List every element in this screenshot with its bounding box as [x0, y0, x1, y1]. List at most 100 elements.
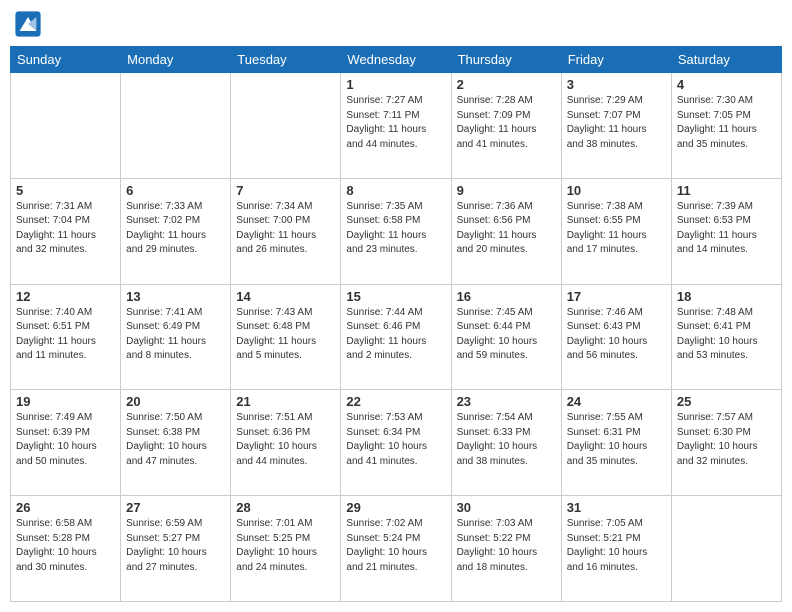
day-info: Sunrise: 7:35 AM Sunset: 6:58 PM Dayligh…: [346, 200, 445, 258]
calendar-cell: 13 Sunrise: 7:41 AM Sunset: 6:49 PM Dayli…: [121, 284, 231, 390]
calendar-cell: 15Sunrise: 7:44 AM Sunset: 6:46 PM Dayli…: [341, 284, 451, 390]
calendar-cell: 24 Sunrise: 7:55 AM Sunset: 6:31 PM Dayli…: [561, 390, 671, 496]
day-info: Sunrise: 7:43 AM Sunset: 6:48 PM Dayligh…: [236, 306, 335, 364]
day-number: 14: [236, 289, 335, 304]
calendar-cell: 2 Sunrise: 7:28 AM Sunset: 7:09 PM Daylig…: [451, 73, 561, 179]
page: SundayMondayTuesdayWednesdayThursdayFrid…: [0, 0, 792, 612]
calendar-table: SundayMondayTuesdayWednesdayThursdayFrid…: [10, 46, 782, 602]
logo-icon: [14, 10, 42, 38]
day-info: Sunrise: 7:33 AM Sunset: 7:02 PM Dayligh…: [126, 200, 225, 258]
day-info: Sunrise: 7:28 AM Sunset: 7:09 PM Dayligh…: [457, 94, 556, 152]
day-info: Sunrise: 7:49 AM Sunset: 6:39 PM Dayligh…: [16, 411, 115, 469]
calendar-cell: 9Sunrise: 7:36 AM Sunset: 6:56 PM Daylig…: [451, 178, 561, 284]
calendar-cell: 8 Sunrise: 7:35 AM Sunset: 6:58 PM Daylig…: [341, 178, 451, 284]
day-info: Sunrise: 6:59 AM Sunset: 5:27 PM Dayligh…: [126, 517, 225, 575]
day-number: 8: [346, 183, 445, 198]
day-number: 29: [346, 500, 445, 515]
day-info: Sunrise: 7:55 AM Sunset: 6:31 PM Dayligh…: [567, 411, 666, 469]
day-number: 27: [126, 500, 225, 515]
weekday-header-saturday: Saturday: [671, 47, 781, 73]
weekday-header-row: SundayMondayTuesdayWednesdayThursdayFrid…: [11, 47, 782, 73]
calendar-cell: 16 Sunrise: 7:45 AM Sunset: 6:44 PM Dayli…: [451, 284, 561, 390]
day-info: Sunrise: 7:30 AM Sunset: 7:05 PM Dayligh…: [677, 94, 776, 152]
day-number: 4: [677, 77, 776, 92]
day-number: 24: [567, 394, 666, 409]
calendar-cell: 6 Sunrise: 7:33 AM Sunset: 7:02 PM Daylig…: [121, 178, 231, 284]
weekday-header-monday: Monday: [121, 47, 231, 73]
day-info: Sunrise: 7:48 AM Sunset: 6:41 PM Dayligh…: [677, 306, 776, 364]
weekday-header-tuesday: Tuesday: [231, 47, 341, 73]
day-info: Sunrise: 7:40 AM Sunset: 6:51 PM Dayligh…: [16, 306, 115, 364]
day-info: Sunrise: 7:51 AM Sunset: 6:36 PM Dayligh…: [236, 411, 335, 469]
weekday-header-thursday: Thursday: [451, 47, 561, 73]
day-number: 28: [236, 500, 335, 515]
day-number: 10: [567, 183, 666, 198]
calendar-cell: 1 Sunrise: 7:27 AM Sunset: 7:11 PM Daylig…: [341, 73, 451, 179]
day-number: 19: [16, 394, 115, 409]
calendar-cell: 22 Sunrise: 7:53 AM Sunset: 6:34 PM Dayli…: [341, 390, 451, 496]
day-info: Sunrise: 7:02 AM Sunset: 5:24 PM Dayligh…: [346, 517, 445, 575]
day-info: Sunrise: 7:45 AM Sunset: 6:44 PM Dayligh…: [457, 306, 556, 364]
calendar-cell: 23Sunrise: 7:54 AM Sunset: 6:33 PM Dayli…: [451, 390, 561, 496]
day-info: Sunrise: 7:31 AM Sunset: 7:04 PM Dayligh…: [16, 200, 115, 258]
calendar-cell: 30Sunrise: 7:03 AM Sunset: 5:22 PM Dayli…: [451, 496, 561, 602]
weekday-header-wednesday: Wednesday: [341, 47, 451, 73]
day-info: Sunrise: 7:41 AM Sunset: 6:49 PM Dayligh…: [126, 306, 225, 364]
day-info: Sunrise: 7:01 AM Sunset: 5:25 PM Dayligh…: [236, 517, 335, 575]
calendar-cell: 31 Sunrise: 7:05 AM Sunset: 5:21 PM Dayli…: [561, 496, 671, 602]
day-number: 30: [457, 500, 556, 515]
day-number: 7: [236, 183, 335, 198]
calendar-cell: 21 Sunrise: 7:51 AM Sunset: 6:36 PM Dayli…: [231, 390, 341, 496]
calendar-cell: 7 Sunrise: 7:34 AM Sunset: 7:00 PM Daylig…: [231, 178, 341, 284]
calendar-cell: 14 Sunrise: 7:43 AM Sunset: 6:48 PM Dayli…: [231, 284, 341, 390]
calendar-cell: 3Sunrise: 7:29 AM Sunset: 7:07 PM Daylig…: [561, 73, 671, 179]
calendar-cell: 4 Sunrise: 7:30 AM Sunset: 7:05 PM Daylig…: [671, 73, 781, 179]
day-number: 18: [677, 289, 776, 304]
week-row-2: 12 Sunrise: 7:40 AM Sunset: 6:51 PM Dayli…: [11, 284, 782, 390]
day-info: Sunrise: 7:50 AM Sunset: 6:38 PM Dayligh…: [126, 411, 225, 469]
day-number: 22: [346, 394, 445, 409]
weekday-header-friday: Friday: [561, 47, 671, 73]
day-number: 5: [16, 183, 115, 198]
calendar-cell: 17 Sunrise: 7:46 AM Sunset: 6:43 PM Dayli…: [561, 284, 671, 390]
day-number: 21: [236, 394, 335, 409]
day-info: Sunrise: 7:05 AM Sunset: 5:21 PM Dayligh…: [567, 517, 666, 575]
day-number: 17: [567, 289, 666, 304]
day-number: 12: [16, 289, 115, 304]
day-info: Sunrise: 7:39 AM Sunset: 6:53 PM Dayligh…: [677, 200, 776, 258]
calendar-cell: 25 Sunrise: 7:57 AM Sunset: 6:30 PM Dayli…: [671, 390, 781, 496]
calendar-cell: [11, 73, 121, 179]
logo: [14, 10, 44, 38]
day-info: Sunrise: 7:27 AM Sunset: 7:11 PM Dayligh…: [346, 94, 445, 152]
day-info: Sunrise: 6:58 AM Sunset: 5:28 PM Dayligh…: [16, 517, 115, 575]
day-number: 1: [346, 77, 445, 92]
day-number: 31: [567, 500, 666, 515]
day-number: 9: [457, 183, 556, 198]
day-info: Sunrise: 7:34 AM Sunset: 7:00 PM Dayligh…: [236, 200, 335, 258]
header: [10, 10, 782, 38]
day-info: Sunrise: 7:44 AM Sunset: 6:46 PM Dayligh…: [346, 306, 445, 364]
day-number: 25: [677, 394, 776, 409]
day-number: 20: [126, 394, 225, 409]
calendar-cell: [671, 496, 781, 602]
calendar-cell: 29 Sunrise: 7:02 AM Sunset: 5:24 PM Dayli…: [341, 496, 451, 602]
day-info: Sunrise: 7:53 AM Sunset: 6:34 PM Dayligh…: [346, 411, 445, 469]
week-row-4: 26 Sunrise: 6:58 AM Sunset: 5:28 PM Dayli…: [11, 496, 782, 602]
day-number: 13: [126, 289, 225, 304]
day-number: 16: [457, 289, 556, 304]
calendar-cell: 12 Sunrise: 7:40 AM Sunset: 6:51 PM Dayli…: [11, 284, 121, 390]
day-info: Sunrise: 7:46 AM Sunset: 6:43 PM Dayligh…: [567, 306, 666, 364]
week-row-0: 1 Sunrise: 7:27 AM Sunset: 7:11 PM Daylig…: [11, 73, 782, 179]
week-row-1: 5 Sunrise: 7:31 AM Sunset: 7:04 PM Daylig…: [11, 178, 782, 284]
calendar-cell: 28 Sunrise: 7:01 AM Sunset: 5:25 PM Dayli…: [231, 496, 341, 602]
day-number: 6: [126, 183, 225, 198]
calendar-cell: [231, 73, 341, 179]
day-number: 26: [16, 500, 115, 515]
day-number: 11: [677, 183, 776, 198]
calendar-cell: 19 Sunrise: 7:49 AM Sunset: 6:39 PM Dayli…: [11, 390, 121, 496]
day-number: 2: [457, 77, 556, 92]
day-info: Sunrise: 7:57 AM Sunset: 6:30 PM Dayligh…: [677, 411, 776, 469]
calendar-cell: 26 Sunrise: 6:58 AM Sunset: 5:28 PM Dayli…: [11, 496, 121, 602]
calendar-cell: 5 Sunrise: 7:31 AM Sunset: 7:04 PM Daylig…: [11, 178, 121, 284]
weekday-header-sunday: Sunday: [11, 47, 121, 73]
